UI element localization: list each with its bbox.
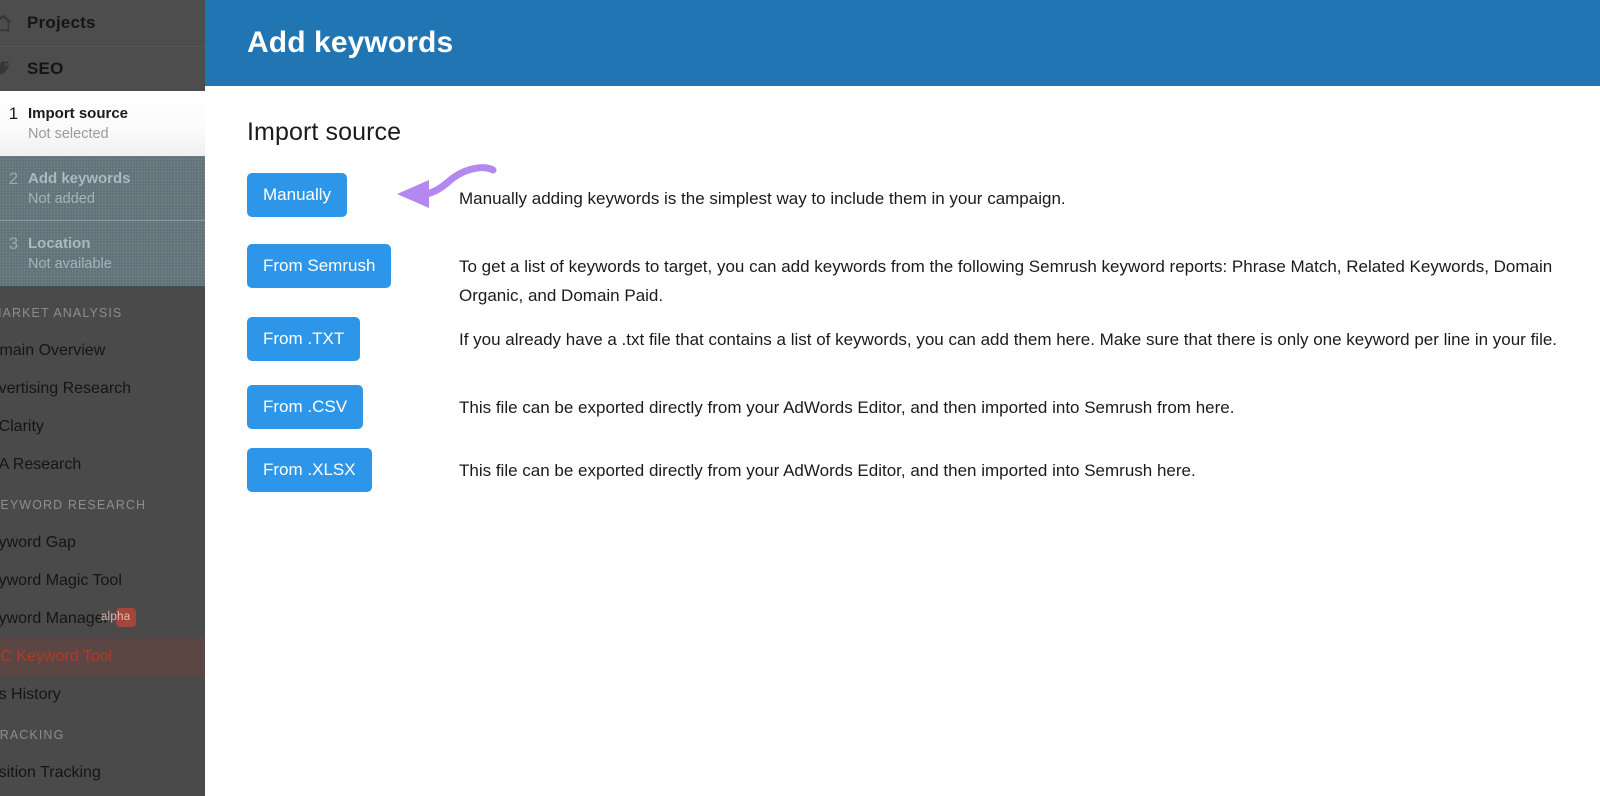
from-xlsx-button[interactable]: From .XLSX xyxy=(247,448,372,492)
import-option-from-xlsx-description: This file can be exported directly from … xyxy=(459,461,1196,480)
import-option-from-xlsx-button-cell: From .XLSX xyxy=(247,445,459,492)
from-semrush-button[interactable]: From Semrush xyxy=(247,244,392,288)
sidebar: Projects SEO 1 Import source Not selecte… xyxy=(0,0,205,796)
sidebar-item-domain-overview[interactable]: Domain Overview xyxy=(0,332,205,370)
sidebar-header-seo[interactable]: SEO xyxy=(0,47,205,91)
wizard-step-1-number: 1 xyxy=(8,104,19,123)
import-option-manually: Manually Manually adding keywords is the… xyxy=(247,173,1600,241)
wizard-step-add-keywords: 2 Add keywords Not added xyxy=(0,156,205,221)
import-option-from-txt-button-cell: From .TXT xyxy=(247,314,459,361)
sidebar-header-seo-label: SEO xyxy=(27,59,64,78)
sidebar-item-advertising-research[interactable]: Advertising Research xyxy=(0,370,205,408)
sidebar-group-market-analysis: MARKET ANALYSIS xyxy=(0,306,123,320)
sidebar-group-tracking: TRACKING xyxy=(0,728,65,742)
wizard-step-import-source[interactable]: 1 Import source Not selected xyxy=(0,91,205,156)
import-source-options: Manually Manually adding keywords is the… xyxy=(247,164,1600,508)
import-option-from-csv-button-cell: From .CSV xyxy=(247,382,459,429)
wizard-step-3-status: Not available xyxy=(28,256,112,272)
wizard-step-2-status: Not added xyxy=(28,191,95,207)
from-txt-button[interactable]: From .TXT xyxy=(247,317,361,361)
import-option-from-semrush-description: To get a list of keywords to target, you… xyxy=(459,257,1553,305)
alpha-badge: alpha xyxy=(101,608,137,627)
home-icon xyxy=(0,12,14,34)
main-panel: Add keywords Import source Manually Manu… xyxy=(205,0,1600,796)
import-option-from-xlsx: From .XLSX This file can be exported dir… xyxy=(247,445,1600,508)
sidebar-item-keyword-manager-label: Keyword Manager xyxy=(0,610,109,627)
import-option-from-semrush-button-cell: From Semrush xyxy=(247,241,459,288)
app-root: Projects SEO 1 Import source Not selecte… xyxy=(0,0,1600,796)
sidebar-item-ads-history[interactable]: Ads History xyxy=(0,676,205,714)
sidebar-item-position-tracking[interactable]: Position Tracking xyxy=(0,754,205,792)
tag-icon xyxy=(0,58,14,80)
import-option-from-txt-description: If you already have a .txt file that con… xyxy=(459,330,1558,349)
wizard-step-2-number: 2 xyxy=(8,169,19,188)
manually-button[interactable]: Manually xyxy=(247,173,348,217)
sidebar-nav: MARKET ANALYSIS Domain Overview Advertis… xyxy=(0,286,205,792)
main-content: Import source Manually Manually adding k… xyxy=(205,86,1600,508)
page-header: Add keywords xyxy=(205,0,1600,86)
import-option-from-csv: From .CSV This file can be exported dire… xyxy=(247,382,1600,445)
import-option-from-txt: From .TXT If you already have a .txt fil… xyxy=(247,314,1600,382)
sidebar-item-ppc-keyword-tool[interactable]: PPC Keyword Tool xyxy=(0,638,205,676)
sidebar-item-pla-research[interactable]: PLA Research xyxy=(0,446,205,484)
sidebar-item-keyword-gap[interactable]: Keyword Gap xyxy=(0,524,205,562)
import-option-manually-description: Manually adding keywords is the simplest… xyxy=(459,189,1066,208)
wizard-steps: 1 Import source Not selected 2 Add keywo… xyxy=(0,91,205,286)
sidebar-item-adclarity[interactable]: AdClarity xyxy=(0,408,205,446)
page-title: Add keywords xyxy=(247,26,454,59)
section-title: Import source xyxy=(247,118,402,146)
sidebar-header-projects-label: Projects xyxy=(27,13,96,32)
import-option-from-csv-description: This file can be exported directly from … xyxy=(459,398,1235,417)
import-option-from-semrush: From Semrush To get a list of keywords t… xyxy=(247,241,1600,314)
import-option-manually-button-cell: Manually xyxy=(247,173,459,217)
sidebar-item-keyword-magic-tool[interactable]: Keyword Magic Tool xyxy=(0,562,205,600)
from-csv-button[interactable]: From .CSV xyxy=(247,385,364,429)
wizard-step-2-title: Add keywords xyxy=(28,170,131,187)
wizard-step-3-number: 3 xyxy=(8,234,19,253)
sidebar-header-projects[interactable]: Projects xyxy=(0,0,205,47)
wizard-step-3-title: Location xyxy=(28,235,91,252)
sidebar-item-keyword-manager[interactable]: Keyword Manageralpha xyxy=(0,600,205,638)
wizard-step-1-title: Import source xyxy=(28,105,129,122)
wizard-step-1-status: Not selected xyxy=(28,126,109,142)
sidebar-group-keyword-research: KEYWORD RESEARCH xyxy=(0,498,147,512)
wizard-step-location: 3 Location Not available xyxy=(0,221,205,286)
